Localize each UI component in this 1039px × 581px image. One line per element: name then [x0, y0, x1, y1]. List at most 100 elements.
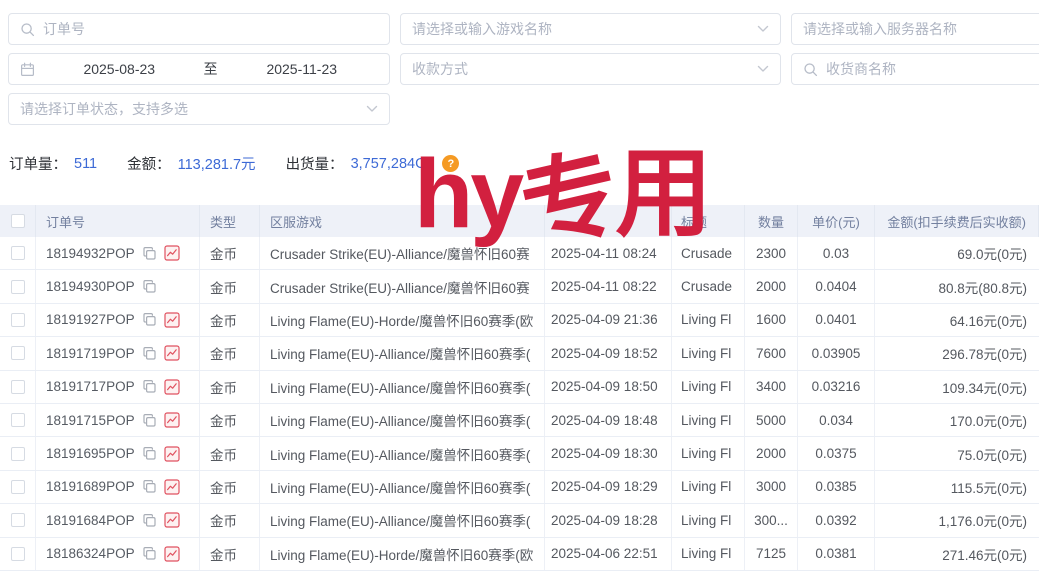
order-count-label: 订单量： [9, 153, 67, 174]
row-checkbox[interactable] [11, 413, 25, 427]
row-checkbox-cell [0, 237, 36, 269]
copy-icon[interactable] [142, 312, 157, 327]
server-name-select[interactable]: 请选择或输入服务器名称 [791, 13, 1039, 45]
column-header-amount: 金额(扣手续费后实收额) [875, 205, 1039, 237]
copy-icon[interactable] [142, 479, 157, 494]
payment-method-select[interactable]: 收款方式 [400, 53, 781, 85]
server-name-placeholder: 请选择或输入服务器名称 [803, 19, 1039, 39]
date-end-value[interactable]: 2025-11-23 [226, 61, 379, 77]
help-question-icon[interactable]: ? [442, 155, 459, 172]
copy-icon[interactable] [142, 513, 157, 528]
order-no-cell: 18191684POP [36, 504, 200, 536]
order-number: 18191715POP [46, 413, 135, 428]
order-no-cell: 18191927POP [36, 304, 200, 336]
date-start-value[interactable]: 2025-08-23 [43, 61, 196, 77]
order-time-cell: 2025-04-09 18:52 [545, 337, 672, 369]
game-server-cell: Living Flame(EU)-Alliance/魔兽怀旧60赛季( [260, 337, 545, 369]
row-checkbox[interactable] [11, 380, 25, 394]
type-cell: 金币 [200, 304, 260, 336]
price-trend-icon[interactable] [164, 345, 180, 361]
amount-cell: 69.0元(0元) [875, 237, 1039, 269]
unit-price-cell: 0.03 [798, 237, 875, 269]
table-row: 18186324POP 金币 Living Flame(EU)-Horde/魔兽… [0, 538, 1039, 571]
game-server-cell: Living Flame(EU)-Horde/魔兽怀旧60赛季(欧 [260, 304, 545, 336]
row-checkbox-cell [0, 471, 36, 503]
order-no-cell: 18191689POP [36, 471, 200, 503]
game-name-select[interactable]: 请选择或输入游戏名称 [400, 13, 781, 45]
title-cell: Crusade [672, 270, 745, 302]
table-body: 18194932POP 金币 Crusader Strike(EU)-Allia… [0, 237, 1039, 571]
quantity-cell: 2000 [745, 437, 798, 469]
copy-icon[interactable] [142, 279, 157, 294]
quantity-cell: 3400 [745, 371, 798, 403]
supplier-name-search-input[interactable]: 收货商名称 [791, 53, 1039, 85]
order-status-multiselect[interactable]: 请选择订单状态，支持多选 [8, 93, 390, 125]
table-row: 18191689POP 金币 Living Flame(EU)-Alliance… [0, 471, 1039, 504]
copy-icon[interactable] [142, 446, 157, 461]
title-cell: Crusade [672, 237, 745, 269]
copy-icon[interactable] [142, 379, 157, 394]
price-trend-icon[interactable] [164, 312, 180, 328]
chevron-down-icon [757, 25, 769, 33]
order-no-cell: 18191715POP [36, 404, 200, 436]
row-checkbox[interactable] [11, 246, 25, 260]
price-trend-icon[interactable] [164, 546, 180, 562]
column-header-qty: 数量 [745, 205, 798, 237]
order-time-cell: 2025-04-09 18:48 [545, 404, 672, 436]
row-checkbox[interactable] [11, 480, 25, 494]
unit-price-cell: 0.03905 [798, 337, 875, 369]
search-icon [803, 62, 818, 77]
amount-cell: 1,176.0元(0元) [875, 504, 1039, 536]
game-server-cell: Living Flame(EU)-Alliance/魔兽怀旧60赛季( [260, 437, 545, 469]
price-trend-icon[interactable] [164, 245, 180, 261]
orders-table: 订单号 类型 区服游戏 标题 数量 单价(元) 金额(扣手续费后实收额) 181… [0, 205, 1039, 571]
title-cell: Living Fl [672, 337, 745, 369]
order-time-cell: 2025-04-09 18:30 [545, 437, 672, 469]
type-cell: 金币 [200, 337, 260, 369]
price-trend-icon[interactable] [164, 379, 180, 395]
quantity-cell: 2300 [745, 237, 798, 269]
date-range-picker[interactable]: 2025-08-23 至 2025-11-23 [8, 53, 390, 85]
row-checkbox[interactable] [11, 280, 25, 294]
price-trend-icon[interactable] [164, 446, 180, 462]
unit-price-cell: 0.0392 [798, 504, 875, 536]
table-header-row: 订单号 类型 区服游戏 标题 数量 单价(元) 金额(扣手续费后实收额) [0, 205, 1039, 237]
row-checkbox[interactable] [11, 513, 25, 527]
order-no-cell: 18194930POP [36, 270, 200, 302]
amount-label: 金额： [127, 153, 171, 174]
amount-cell: 75.0元(0元) [875, 437, 1039, 469]
amount-cell: 109.34元(0元) [875, 371, 1039, 403]
title-cell: Living Fl [672, 404, 745, 436]
table-row: 18191715POP 金币 Living Flame(EU)-Alliance… [0, 404, 1039, 437]
copy-icon[interactable] [142, 546, 157, 561]
order-number-search-input[interactable]: 订单号 [8, 13, 390, 45]
row-checkbox-cell [0, 504, 36, 536]
column-header-game: 区服游戏 [260, 205, 545, 237]
select-all-checkbox[interactable] [11, 214, 25, 228]
supplier-name-placeholder: 收货商名称 [826, 59, 1039, 79]
copy-icon[interactable] [142, 246, 157, 261]
copy-icon[interactable] [142, 413, 157, 428]
price-trend-icon[interactable] [164, 512, 180, 528]
order-time-cell: 2025-04-06 22:51 [545, 538, 672, 570]
quantity-cell: 7600 [745, 337, 798, 369]
row-checkbox[interactable] [11, 346, 25, 360]
amount-cell: 170.0元(0元) [875, 404, 1039, 436]
chevron-down-icon [757, 65, 769, 73]
row-checkbox-cell [0, 270, 36, 302]
row-checkbox-cell [0, 337, 36, 369]
order-time-cell: 2025-04-09 18:28 [545, 504, 672, 536]
copy-icon[interactable] [142, 346, 157, 361]
price-trend-icon[interactable] [164, 479, 180, 495]
row-checkbox[interactable] [11, 547, 25, 561]
title-cell: Living Fl [672, 504, 745, 536]
game-server-cell: Living Flame(EU)-Alliance/魔兽怀旧60赛季( [260, 504, 545, 536]
table-row: 18191717POP 金币 Living Flame(EU)-Alliance… [0, 371, 1039, 404]
amount-cell: 296.78元(0元) [875, 337, 1039, 369]
order-number: 18186324POP [46, 546, 135, 561]
price-trend-icon[interactable] [164, 412, 180, 428]
row-checkbox[interactable] [11, 313, 25, 327]
amount-cell: 115.5元(0元) [875, 471, 1039, 503]
title-cell: Living Fl [672, 304, 745, 336]
row-checkbox[interactable] [11, 447, 25, 461]
